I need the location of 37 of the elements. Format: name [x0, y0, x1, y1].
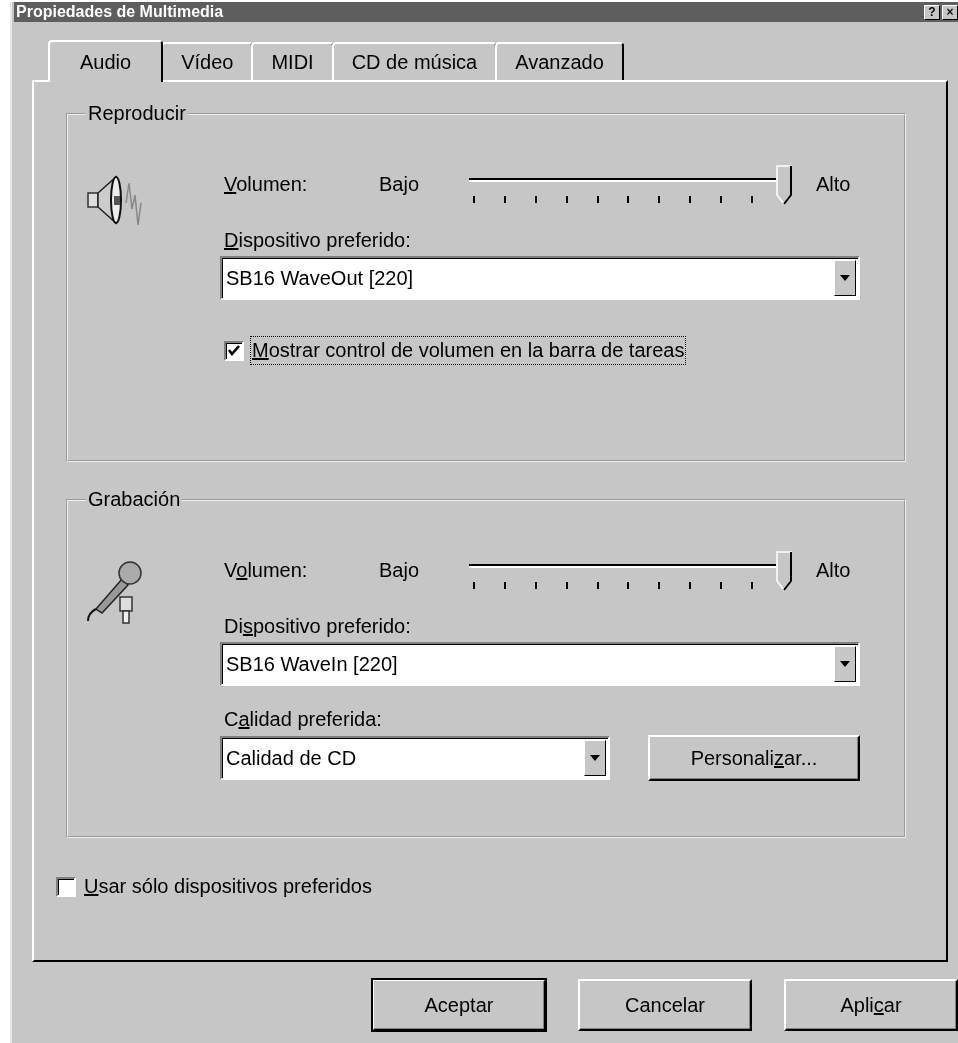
field-label: Dispositivo preferido: [224, 615, 412, 638]
customize-button[interactable]: Personalizar... [648, 735, 860, 781]
title-bar-button[interactable]: ? [924, 4, 940, 20]
checkbox-label[interactable]: Usar sólo dispositivos preferidos [82, 872, 374, 901]
tab[interactable]: Avanzado [495, 42, 624, 80]
dialog-button[interactable]: Aplicar [784, 979, 958, 1031]
checkbox-label[interactable]: Mostrar control de volumen en la barra de tareas [250, 336, 687, 365]
low-label: Bajo [379, 558, 421, 582]
tab[interactable]: CD de música [331, 42, 498, 80]
volume-label: Volumen: [224, 558, 309, 582]
dropdown[interactable]: SB16 WaveOut [220] [220, 256, 860, 300]
group-title: Grabación [87, 488, 182, 511]
title-bar-button[interactable]: × [942, 4, 958, 20]
field-label: Calidad preferida: [224, 708, 383, 731]
high-label: Alto [816, 172, 851, 196]
field-label: Dispositivo preferido: [224, 229, 412, 252]
dialog-button[interactable]: Aceptar [372, 979, 546, 1031]
slider-thumb[interactable] [776, 551, 792, 591]
high-label: Alto [816, 558, 851, 582]
volume-slider[interactable] [469, 162, 794, 206]
volume-slider[interactable] [469, 548, 794, 592]
group-title: Reproducir [87, 102, 187, 125]
caret-icon [590, 755, 600, 761]
checkbox[interactable] [56, 876, 76, 897]
low-label: Bajo [379, 172, 421, 196]
window-title: Propiedades de Multimedia [15, 3, 224, 21]
caret-icon [840, 275, 850, 281]
volume-label: Volumen: [224, 172, 309, 196]
check-icon [227, 343, 241, 358]
dropdown[interactable]: SB16 WaveIn [220] [220, 642, 860, 686]
tab[interactable]: Audio [48, 40, 164, 82]
checkbox[interactable] [224, 340, 244, 361]
slider-thumb[interactable] [776, 165, 792, 205]
tab[interactable]: MIDI [251, 42, 334, 80]
dropdown[interactable]: Calidad de CD [220, 736, 610, 780]
caret-icon [840, 661, 850, 667]
dialog-button[interactable]: Cancelar [578, 979, 752, 1031]
